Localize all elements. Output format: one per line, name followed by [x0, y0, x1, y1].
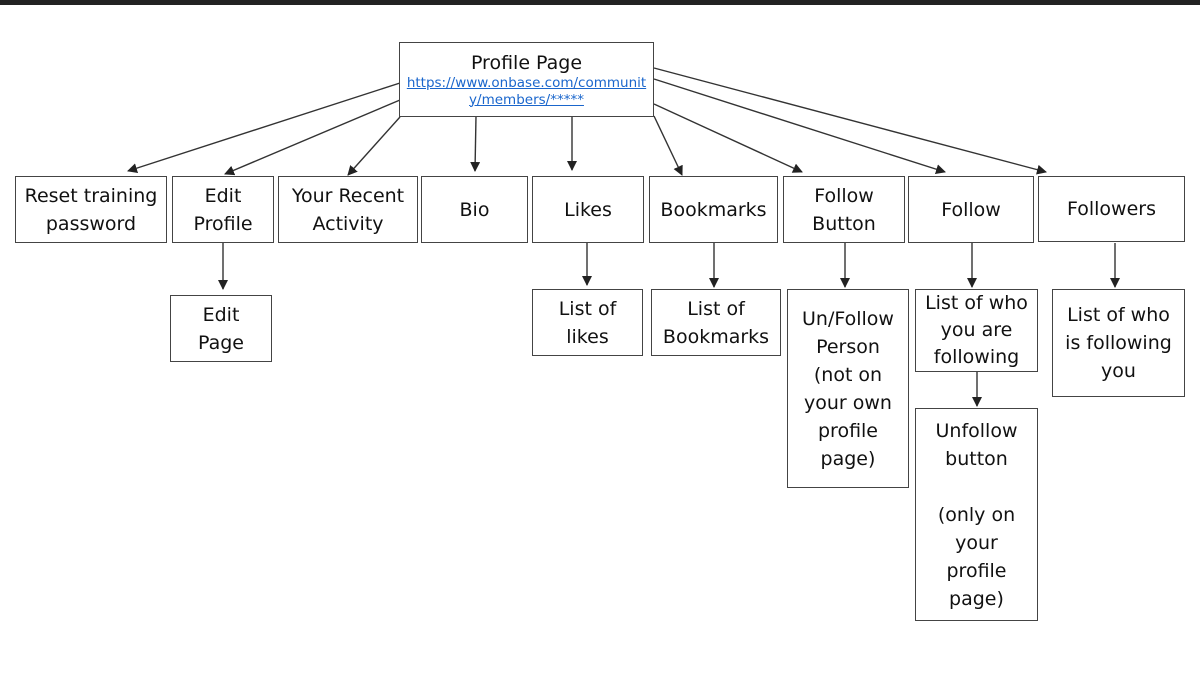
node-label: List of Bookmarks	[662, 297, 770, 348]
node-unfollow-button: Unfollow button (only on your profile pa…	[915, 408, 1038, 621]
node-label: List of likes	[558, 297, 617, 348]
node-reset-training-password: Reset training password	[15, 176, 167, 243]
node-label: Unfollow button (only on your profile pa…	[935, 419, 1018, 610]
node-bio: Bio	[421, 176, 528, 243]
node-un-follow-person: Un/Follow Person (not on your own profil…	[787, 289, 909, 488]
node-label: Bookmarks	[660, 198, 767, 221]
node-list-following: List of who you are following	[915, 289, 1038, 372]
node-list-of-bookmarks: List of Bookmarks	[651, 289, 781, 356]
edge-root-followers	[653, 67, 1047, 175]
node-followers: Followers	[1038, 176, 1185, 242]
node-label: Your Recent Activity	[291, 184, 405, 235]
node-list-of-likes: List of likes	[532, 289, 643, 356]
node-bookmarks: Bookmarks	[649, 176, 778, 243]
root-title: Profile Page	[470, 51, 583, 74]
node-your-recent-activity: Your Recent Activity	[278, 176, 418, 243]
node-label: Edit Profile	[193, 184, 253, 235]
node-list-followers: List of who is following you	[1052, 289, 1185, 397]
node-edit-profile: Edit Profile	[172, 176, 274, 243]
node-label: List of who is following you	[1065, 304, 1172, 382]
node-edit-page: Edit Page	[170, 295, 272, 362]
root-url-link[interactable]: https://www.onbase.com/community/members…	[407, 75, 647, 109]
node-label: Likes	[564, 198, 612, 221]
root-node-profile-page: Profile Page https://www.onbase.com/comm…	[399, 42, 654, 117]
edge-root-follow	[653, 78, 946, 175]
node-label: Follow	[941, 198, 1001, 221]
node-follow-button: Follow Button	[783, 176, 905, 243]
edge-root-bookmarks	[653, 115, 683, 176]
node-label: Edit Page	[198, 303, 244, 354]
node-label: Follow Button	[812, 184, 876, 235]
edge-root-bio	[470, 115, 481, 172]
edge-root-recent-activity	[347, 116, 401, 176]
node-label: Bio	[459, 198, 490, 221]
node-label: List of who you are following	[925, 292, 1028, 368]
node-label: Reset training password	[24, 184, 158, 235]
node-follow: Follow	[908, 176, 1034, 243]
node-label: Un/Follow Person (not on your own profil…	[802, 307, 894, 470]
node-label: Followers	[1067, 198, 1156, 220]
node-likes: Likes	[532, 176, 644, 243]
